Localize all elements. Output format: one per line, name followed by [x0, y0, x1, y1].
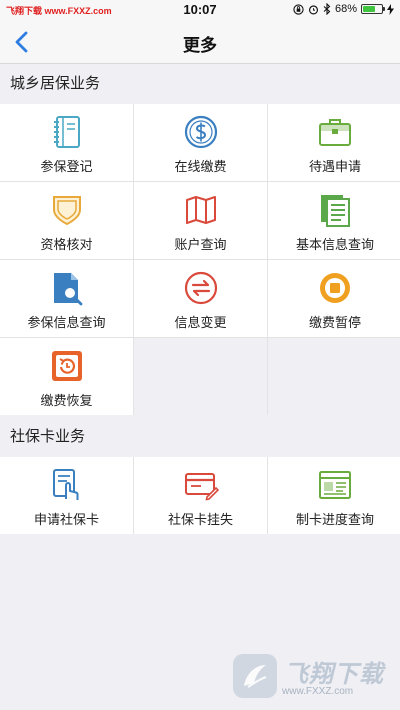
- browser-window-icon: [319, 471, 351, 499]
- lock-rotation-icon: [293, 3, 304, 15]
- grid-item-label: 参保登记: [40, 159, 93, 174]
- notebook-icon: [53, 116, 80, 148]
- grid-item-apply-card[interactable]: 申请社保卡: [0, 457, 133, 534]
- bluetooth-icon: [323, 3, 331, 15]
- map-icon: [185, 196, 216, 224]
- social-security-card-grid: 申请社保卡 社保卡挂失 制卡进度查询: [0, 457, 400, 534]
- grid-item-label: 账户查询: [174, 237, 227, 252]
- watermark-url: www.FXXZ.com: [282, 686, 354, 697]
- grid-item-benefit-application[interactable]: 待遇申请: [268, 104, 400, 181]
- watermark-logo-icon: [233, 654, 277, 698]
- grid-item-card-progress-query[interactable]: 制卡进度查询: [268, 457, 400, 534]
- grid-item-payment-suspend[interactable]: 缴费暂停: [268, 260, 400, 337]
- grid-item-enrollment[interactable]: 参保登记: [0, 104, 133, 181]
- shield-icon: [52, 196, 81, 226]
- grid-item-basic-info-query[interactable]: 基本信息查询: [268, 182, 400, 259]
- status-bar: 飞翔下载 www.FXXZ.com 10:07 68%: [0, 0, 400, 20]
- grid-empty-cell: [134, 338, 267, 415]
- section-header-residents-insurance: 城乡居保业务: [0, 64, 400, 104]
- grid-item-label: 缴费恢复: [40, 393, 93, 408]
- grid-item-label: 在线缴费: [174, 159, 227, 174]
- grid-item-label: 申请社保卡: [33, 512, 99, 527]
- grid-item-label: 信息变更: [174, 315, 227, 330]
- pause-circle-icon: [320, 273, 350, 303]
- dollar-coin-icon: [184, 115, 217, 149]
- status-right: 68%: [293, 3, 394, 15]
- battery-percent: 68%: [334, 3, 357, 15]
- card-touch-icon: [52, 469, 78, 500]
- documents-icon: [321, 195, 350, 227]
- briefcase-icon: [319, 119, 351, 146]
- grid-item-label: 参保信息查询: [27, 315, 106, 330]
- restore-icon: [51, 351, 82, 381]
- grid-item-label: 社保卡挂失: [167, 512, 233, 527]
- grid-item-label: 基本信息查询: [295, 237, 374, 252]
- grid-item-label: 缴费暂停: [308, 315, 361, 330]
- grid-item-account-query[interactable]: 账户查询: [134, 182, 267, 259]
- grid-item-label: 待遇申请: [308, 159, 361, 174]
- grid-item-enrollment-info-query[interactable]: 参保信息查询: [0, 260, 133, 337]
- grid-item-label: 资格核对: [40, 237, 93, 252]
- grid-item-payment-resume[interactable]: 缴费恢复: [0, 338, 133, 415]
- grid-item-online-payment[interactable]: 在线缴费: [134, 104, 267, 181]
- swap-icon: [184, 271, 217, 305]
- grid-item-report-card-loss[interactable]: 社保卡挂失: [134, 457, 267, 534]
- residents-insurance-grid: 参保登记 在线缴费 待遇申请 资格核对 账户查询 基本信息查询 参保信息查询 信…: [0, 104, 400, 415]
- grid-item-qualification-check[interactable]: 资格核对: [0, 182, 133, 259]
- grid-item-info-change[interactable]: 信息变更: [134, 260, 267, 337]
- nav-bar: 更多: [0, 20, 400, 64]
- watermark: 飞翔下载 www.FXXZ.com: [232, 648, 392, 704]
- section-header-social-security-card: 社保卡业务: [0, 417, 400, 457]
- page-title: 更多: [183, 36, 217, 55]
- battery-icon: [361, 4, 385, 14]
- card-edit-icon: [184, 473, 219, 501]
- charging-icon: [387, 3, 394, 15]
- watermark-title: 飞翔下载: [284, 661, 384, 688]
- grid-empty-cell: [268, 338, 400, 415]
- grid-item-label: 制卡进度查询: [295, 512, 374, 527]
- alarm-icon: [308, 4, 319, 14]
- file-search-icon: [53, 273, 82, 306]
